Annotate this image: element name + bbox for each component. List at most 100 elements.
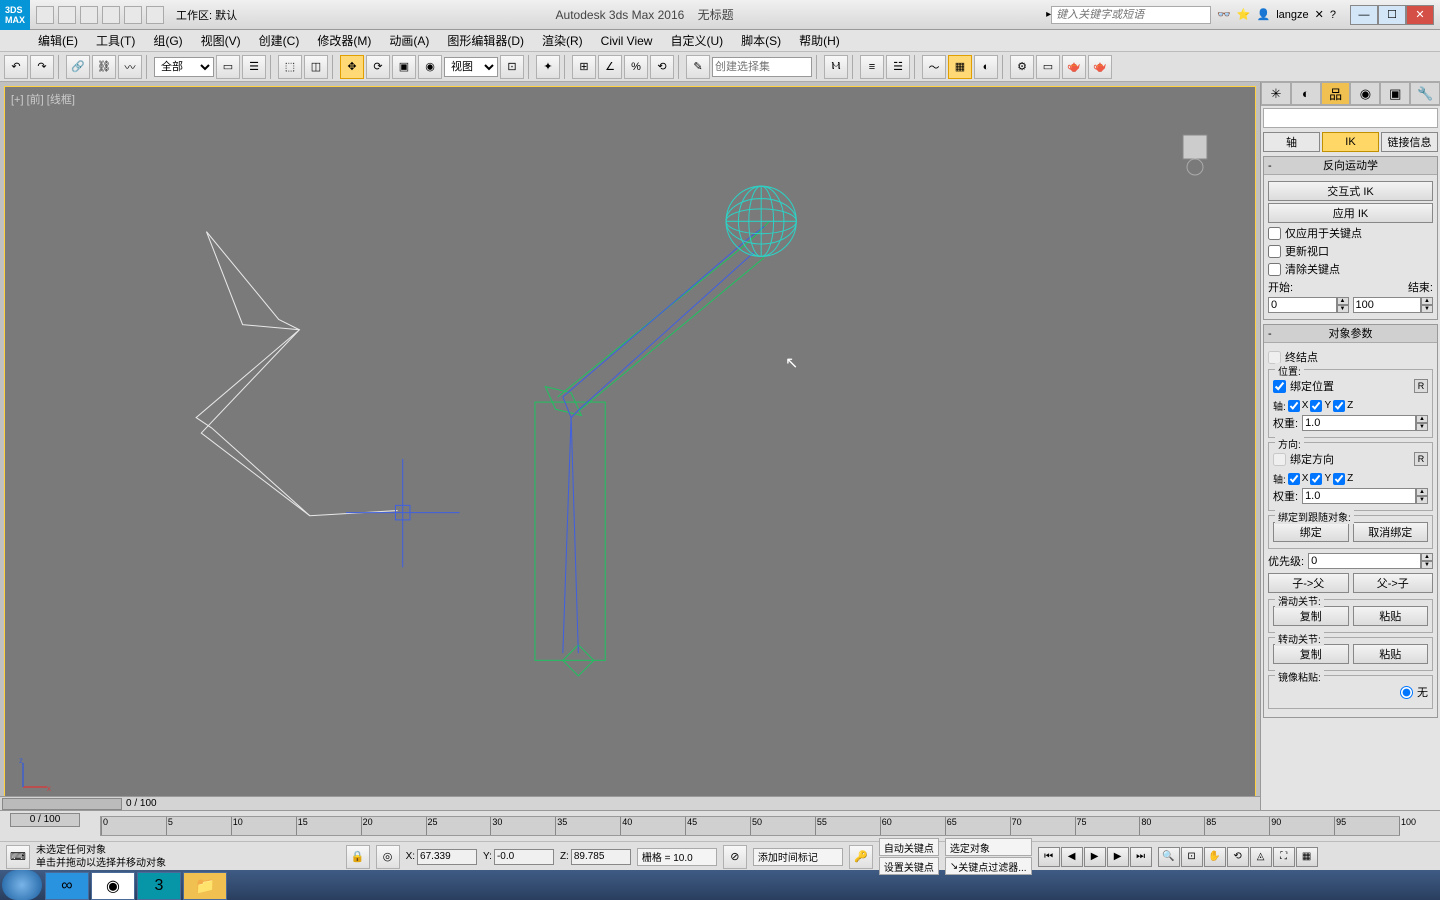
- object-name-field[interactable]: [1263, 108, 1438, 128]
- spinner-end[interactable]: ▲▼: [1353, 297, 1434, 313]
- selection-filter[interactable]: 全部: [154, 57, 214, 77]
- close-button[interactable]: ✕: [1406, 5, 1434, 25]
- select-name-icon[interactable]: ☰: [242, 55, 266, 79]
- render-frame-icon[interactable]: ▭: [1036, 55, 1060, 79]
- exchange-icon[interactable]: ✕: [1315, 8, 1324, 21]
- spinner-precedence[interactable]: ▲▼: [1308, 553, 1433, 569]
- tab-display-icon[interactable]: ▣: [1380, 82, 1410, 105]
- btn-apply-ik[interactable]: 应用 IK: [1268, 203, 1433, 223]
- menu-view[interactable]: 视图(V): [193, 30, 249, 51]
- material-editor-icon[interactable]: ◐: [974, 55, 998, 79]
- time-slider[interactable]: 0 / 100: [10, 813, 80, 827]
- menu-animation[interactable]: 动画(A): [381, 30, 437, 51]
- tab-create-icon[interactable]: ✳: [1261, 82, 1291, 105]
- undo-icon[interactable]: ↶: [4, 55, 28, 79]
- qat-new-icon[interactable]: [36, 6, 54, 24]
- named-selection-set[interactable]: [712, 57, 812, 77]
- radio-mirror-none[interactable]: 无: [1400, 684, 1428, 700]
- ref-coord-system[interactable]: 视图: [444, 57, 498, 77]
- chk-axis-y-pos[interactable]: [1310, 400, 1322, 412]
- coord-y[interactable]: Y:: [483, 849, 554, 865]
- btn-sliding-copy[interactable]: 复制: [1273, 606, 1349, 626]
- btn-r-pos[interactable]: R: [1414, 379, 1428, 393]
- subtab-link-info[interactable]: 链接信息: [1381, 132, 1438, 152]
- menu-script[interactable]: 脚本(S): [733, 30, 789, 51]
- chk-axis-x-orient[interactable]: [1288, 473, 1300, 485]
- infocenter-icon[interactable]: 👓: [1217, 8, 1231, 21]
- select-icon[interactable]: ▭: [216, 55, 240, 79]
- render-icon[interactable]: 🫖: [1062, 55, 1086, 79]
- spinner-snap-icon[interactable]: ⟲: [650, 55, 674, 79]
- curve-editor-icon[interactable]: 〜: [922, 55, 946, 79]
- next-frame-icon[interactable]: ▶: [1107, 847, 1129, 867]
- menu-modifiers[interactable]: 修改器(M): [309, 30, 379, 51]
- percent-snap-icon[interactable]: %: [624, 55, 648, 79]
- chk-bind-orientation[interactable]: 绑定方向: [1273, 451, 1334, 467]
- qat-link-icon[interactable]: [146, 6, 164, 24]
- isolate-icon[interactable]: ◎: [376, 845, 400, 869]
- chk-update-viewport[interactable]: 更新视口: [1268, 243, 1433, 259]
- tab-utilities-icon[interactable]: 🔧: [1410, 82, 1440, 105]
- manipulate-icon[interactable]: ✦: [536, 55, 560, 79]
- btn-rot-paste[interactable]: 粘贴: [1353, 644, 1429, 664]
- key-mode-icon[interactable]: 🔑: [849, 845, 873, 869]
- chk-axis-x-pos[interactable]: [1288, 400, 1300, 412]
- align-icon[interactable]: ≡: [860, 55, 884, 79]
- tab-hierarchy-icon[interactable]: 品: [1321, 82, 1351, 105]
- snap-toggle-icon[interactable]: ⊞: [572, 55, 596, 79]
- chk-axis-z-orient[interactable]: [1333, 473, 1345, 485]
- unlink-icon[interactable]: ⛓: [92, 55, 116, 79]
- layers-icon[interactable]: ☱: [886, 55, 910, 79]
- zoom-icon[interactable]: 🔍: [1158, 847, 1180, 867]
- subtab-pivot[interactable]: 轴: [1263, 132, 1320, 152]
- qat-redo-icon[interactable]: [124, 6, 142, 24]
- taskbar-explorer[interactable]: 📁: [183, 872, 227, 900]
- spinner-weight-orient[interactable]: ▲▼: [1302, 488, 1428, 504]
- zoom-all-icon[interactable]: ⊡: [1181, 847, 1203, 867]
- taskbar-app-1[interactable]: ∞: [45, 872, 89, 900]
- btn-r-orient[interactable]: R: [1414, 452, 1428, 466]
- move-icon[interactable]: ✥: [340, 55, 364, 79]
- key-filters-button[interactable]: ↘ 关键点过滤器...: [945, 857, 1032, 875]
- play-icon[interactable]: ▶: [1084, 847, 1106, 867]
- chk-axis-z-pos[interactable]: [1333, 400, 1345, 412]
- fov-icon[interactable]: ◬: [1250, 847, 1272, 867]
- rollout-ik-header[interactable]: 反向运动学: [1264, 157, 1437, 175]
- menu-group[interactable]: 组(G): [145, 30, 190, 51]
- set-key-button[interactable]: 设置关键点: [879, 857, 939, 875]
- user-icon[interactable]: 👤: [1257, 8, 1271, 21]
- timeline[interactable]: 0 / 100 05101520253035404550556065707580…: [0, 811, 1440, 841]
- scrollbar-thumb[interactable]: [2, 798, 122, 810]
- chk-axis-y-orient[interactable]: [1310, 473, 1322, 485]
- mirror-icon[interactable]: Ⲙ: [824, 55, 848, 79]
- rotate-icon[interactable]: ⟳: [366, 55, 390, 79]
- menu-civil-view[interactable]: Civil View: [593, 32, 661, 50]
- btn-rot-copy[interactable]: 复制: [1273, 644, 1349, 664]
- scale-icon[interactable]: ▣: [392, 55, 416, 79]
- tab-modify-icon[interactable]: ◐: [1291, 82, 1321, 105]
- select-region-icon[interactable]: ⬚: [278, 55, 302, 79]
- time-ruler[interactable]: 0510152025303540455055606570758085909510…: [100, 816, 1400, 836]
- taskbar-3dsmax[interactable]: 3: [137, 872, 181, 900]
- window-crossing-icon[interactable]: ◫: [304, 55, 328, 79]
- btn-bind[interactable]: 绑定: [1273, 522, 1349, 542]
- add-time-tag[interactable]: 添加时间标记: [753, 848, 843, 866]
- qat-save-icon[interactable]: [80, 6, 98, 24]
- viewport-scrollbar[interactable]: 0 / 100: [0, 796, 1260, 810]
- spinner-start[interactable]: ▲▼: [1268, 297, 1349, 313]
- rollout-object-header[interactable]: 对象参数: [1264, 325, 1437, 343]
- render-setup-icon[interactable]: ⚙: [1010, 55, 1034, 79]
- workspace-selector[interactable]: 工作区: 默认: [170, 7, 243, 23]
- help-search-input[interactable]: [1051, 6, 1211, 24]
- btn-sliding-paste[interactable]: 粘贴: [1353, 606, 1429, 626]
- maxscript-icon[interactable]: ⌨: [6, 845, 30, 869]
- signin-icon[interactable]: ⭐: [1237, 8, 1251, 21]
- lock-selection-icon[interactable]: 🔒: [346, 845, 370, 869]
- schematic-view-icon[interactable]: ▦: [948, 55, 972, 79]
- btn-child-to-parent[interactable]: 子->父: [1268, 573, 1349, 593]
- coord-z[interactable]: Z:: [560, 849, 631, 865]
- btn-parent-to-child[interactable]: 父->子: [1353, 573, 1434, 593]
- subtab-ik[interactable]: IK: [1322, 132, 1379, 152]
- btn-interactive-ik[interactable]: 交互式 IK: [1268, 181, 1433, 201]
- tab-motion-icon[interactable]: ◉: [1350, 82, 1380, 105]
